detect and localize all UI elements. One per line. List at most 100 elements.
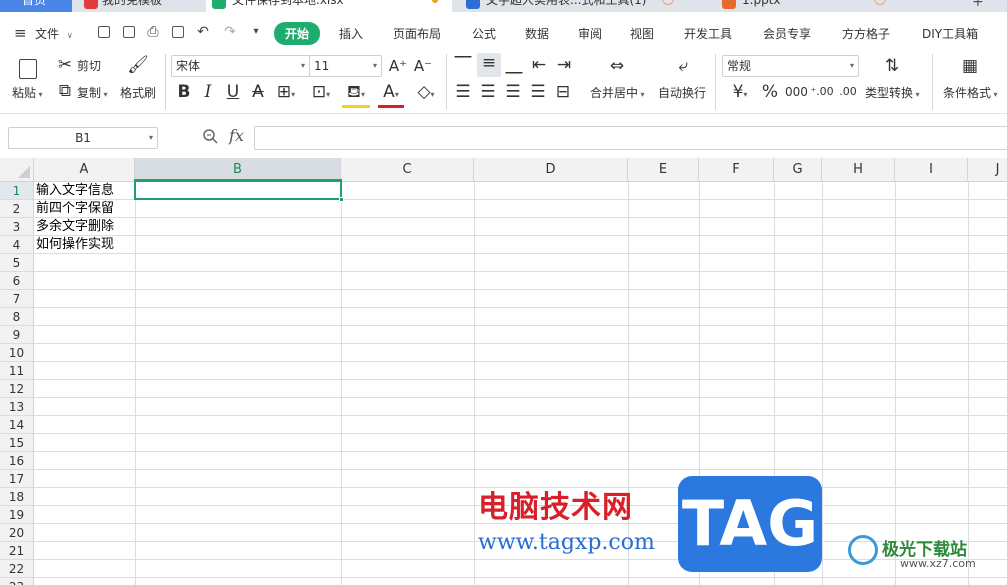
column-header-e[interactable]: E — [628, 158, 699, 182]
column-header-g[interactable]: G — [774, 158, 822, 182]
italic-icon[interactable]: I — [200, 82, 216, 102]
tab-document[interactable]: 文字超人实用表...式和工具(1) — [458, 0, 708, 12]
decrease-decimal-icon[interactable]: .00 — [836, 82, 860, 102]
type-convert-button[interactable]: 类型转换 ▾ — [865, 84, 920, 101]
column-header-d[interactable]: D — [474, 158, 628, 182]
justify-icon[interactable]: ☰ — [528, 82, 548, 102]
tab-insert[interactable]: 插入 — [339, 25, 363, 42]
column-header-c[interactable]: C — [341, 158, 474, 182]
tab-diy-toolbox[interactable]: DIY工具箱 — [922, 25, 978, 42]
row-header[interactable]: 14 — [0, 416, 34, 434]
row-header[interactable]: 3 — [0, 218, 34, 236]
name-box[interactable]: B1 ▾ — [8, 127, 158, 149]
column-header-h[interactable]: H — [822, 158, 895, 182]
row-header[interactable]: 20 — [0, 524, 34, 542]
row-header[interactable]: 2 — [0, 200, 34, 218]
underline-icon[interactable]: U — [224, 82, 242, 102]
tab-page-layout[interactable]: 页面布局 — [393, 25, 441, 42]
tab-developer[interactable]: 开发工具 — [684, 25, 732, 42]
row-header[interactable]: 23 — [0, 578, 34, 585]
tab-review[interactable]: 审阅 — [578, 25, 602, 42]
strikethrough-icon[interactable]: A — [249, 82, 267, 102]
print-preview-icon[interactable] — [170, 24, 186, 40]
format-painter-button[interactable]: 格式刷 — [120, 84, 156, 101]
borders-icon[interactable]: ⊞▾ — [274, 82, 298, 105]
scissors-icon[interactable]: ✂ — [56, 55, 74, 75]
decrease-font-icon[interactable]: A⁻ — [413, 56, 433, 76]
align-right-icon[interactable]: ☰ — [503, 82, 523, 102]
copy-icon[interactable]: ⧉ — [56, 81, 74, 101]
column-header-i[interactable]: I — [895, 158, 968, 182]
cell-style-icon[interactable]: ⊡▾ — [308, 82, 334, 105]
save-icon[interactable] — [96, 24, 112, 40]
formula-input[interactable] — [254, 126, 1007, 150]
format-painter-icon[interactable]: 🖌 — [127, 55, 149, 75]
merge-center-icon[interactable]: ⇔ — [604, 56, 630, 76]
row-header[interactable]: 9 — [0, 326, 34, 344]
row-header[interactable]: 15 — [0, 434, 34, 452]
merge-center-button[interactable]: 合并居中 ▾ — [590, 84, 645, 101]
more-dropdown-icon[interactable]: ▾ — [248, 24, 264, 40]
percent-icon[interactable]: % — [760, 82, 780, 102]
align-top-icon[interactable]: ⎺ — [453, 55, 473, 75]
conditional-format-button[interactable]: 条件格式 ▾ — [943, 84, 998, 101]
wrap-text-button[interactable]: 自动换行 — [658, 84, 706, 101]
row-header[interactable]: 19 — [0, 506, 34, 524]
print-icon[interactable]: ⎙ — [145, 24, 161, 40]
cell-a3[interactable]: 多余文字删除 — [36, 218, 114, 236]
tab-member[interactable]: 会员专享 — [763, 25, 811, 42]
cell-a2[interactable]: 前四个字保留 — [36, 200, 114, 218]
bold-icon[interactable]: B — [175, 82, 193, 102]
font-size-select[interactable]: 11 ▾ — [309, 55, 382, 77]
cell-a4[interactable]: 如何操作实现 — [36, 236, 114, 254]
row-header[interactable]: 5 — [0, 254, 34, 272]
copy-button[interactable]: 复制 ▾ — [77, 84, 108, 101]
row-header[interactable]: 22 — [0, 560, 34, 578]
conditional-format-icon[interactable]: ▦ — [958, 56, 982, 76]
hamburger-menu-icon[interactable]: ≡ — [14, 24, 27, 42]
tab-presentation[interactable]: 1.pptx — [714, 0, 964, 12]
cell-a1[interactable]: 输入文字信息 — [36, 182, 114, 200]
tab-view[interactable]: 视图 — [630, 25, 654, 42]
clear-format-icon[interactable]: ◇▾ — [412, 82, 440, 105]
undo-icon[interactable]: ↶ — [195, 24, 211, 40]
tab-template[interactable]: 我的免模板 — [80, 0, 200, 12]
type-convert-icon[interactable]: ⇅ — [880, 56, 904, 76]
cut-button[interactable]: 剪切 — [77, 57, 101, 74]
decrease-indent-icon[interactable]: ⇤ — [529, 55, 549, 75]
row-header[interactable]: 11 — [0, 362, 34, 380]
increase-indent-icon[interactable]: ⇥ — [554, 55, 574, 75]
increase-font-icon[interactable]: A⁺ — [388, 56, 408, 76]
insert-function-button[interactable]: fx — [229, 126, 244, 145]
row-header[interactable]: 7 — [0, 290, 34, 308]
distribute-icon[interactable]: ⊟ — [553, 82, 573, 102]
row-header[interactable]: 6 — [0, 272, 34, 290]
row-header[interactable]: 21 — [0, 542, 34, 560]
currency-icon[interactable]: ¥▾ — [726, 82, 754, 105]
row-header[interactable]: 13 — [0, 398, 34, 416]
thousands-separator-icon[interactable]: 000 — [785, 82, 808, 102]
align-middle-icon[interactable]: ≡ — [477, 53, 501, 77]
row-header[interactable]: 12 — [0, 380, 34, 398]
file-menu[interactable]: 文件 ∨ — [35, 25, 73, 42]
font-color-icon[interactable]: A▾ — [378, 82, 404, 108]
tab-home-ribbon[interactable]: 开始 — [274, 22, 321, 45]
row-header[interactable]: 4 — [0, 236, 34, 254]
redo-icon[interactable]: ↷ — [222, 24, 238, 40]
row-header[interactable]: 16 — [0, 452, 34, 470]
select-all-corner[interactable] — [0, 158, 34, 182]
row-header[interactable]: 10 — [0, 344, 34, 362]
zoom-icon[interactable] — [202, 128, 218, 144]
column-header-f[interactable]: F — [699, 158, 774, 182]
row-header[interactable]: 1 — [0, 182, 34, 200]
tab-fangfang-gezi[interactable]: 方方格子 — [842, 25, 890, 42]
increase-decimal-icon[interactable]: ⁺.00 — [810, 82, 834, 102]
tab-data[interactable]: 数据 — [525, 25, 549, 42]
align-bottom-icon[interactable]: ⎽ — [504, 55, 524, 75]
export-pdf-icon[interactable] — [121, 24, 137, 40]
font-name-select[interactable]: 宋体 ▾ — [171, 55, 310, 77]
paste-button[interactable]: 粘贴 ▾ — [12, 84, 43, 101]
row-header[interactable]: 17 — [0, 470, 34, 488]
number-format-select[interactable]: 常规 ▾ — [722, 55, 859, 77]
fill-handle[interactable] — [339, 197, 344, 202]
